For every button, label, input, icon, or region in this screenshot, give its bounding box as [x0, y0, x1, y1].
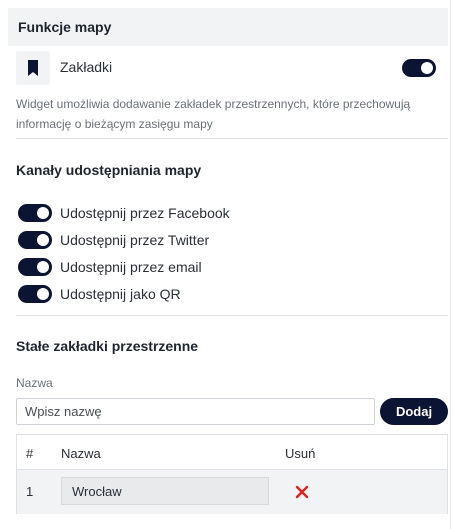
section-header-map-features: Funkcje mapy [8, 8, 448, 46]
feature-row-bookmarks: Zakładki [16, 51, 440, 85]
twitter-share-toggle[interactable] [18, 231, 52, 249]
email-share-label: Udostępnij przez email [60, 259, 202, 275]
row-name: Wrocław [72, 483, 122, 499]
sharing-heading: Kanały udostępniania mapy [16, 162, 202, 178]
bookmarks-label: Zakładki [60, 59, 113, 75]
row-index: 1 [26, 484, 34, 499]
table-header: # Nazwa Usuń [17, 435, 447, 470]
twitter-share-label: Udostępnij przez Twitter [60, 232, 210, 248]
bookmarks-toggle[interactable] [402, 59, 436, 77]
bookmark-icon [16, 51, 50, 85]
column-header-index: # [26, 446, 34, 461]
bookmarks-description: Widget umożliwia dodawanie zakładek prze… [16, 97, 411, 131]
qr-share-toggle[interactable] [18, 285, 52, 303]
facebook-share-toggle[interactable] [18, 204, 52, 222]
qr-share-label: Udostępnij jako QR [60, 286, 181, 302]
table-row: 1 Wrocław [17, 470, 447, 514]
share-row-facebook: Udostępnij przez Facebook [18, 203, 230, 223]
delete-row-button[interactable] [293, 483, 311, 501]
email-share-toggle[interactable] [18, 258, 52, 276]
row-name-field: Wrocław [61, 477, 269, 505]
name-field-label: Nazwa [16, 376, 53, 390]
share-row-qr: Udostępnij jako QR [18, 284, 181, 304]
share-row-email: Udostępnij przez email [18, 257, 202, 277]
bookmark-name-input[interactable] [16, 398, 375, 425]
divider [16, 138, 448, 139]
share-row-twitter: Udostępnij przez Twitter [18, 230, 209, 250]
close-icon [295, 485, 309, 499]
column-header-name: Nazwa [61, 446, 101, 461]
facebook-share-label: Udostępnij przez Facebook [60, 205, 230, 221]
bookmarks-table: # Nazwa Usuń 1 Wrocław [16, 434, 448, 514]
panel-right-border [450, 0, 451, 529]
add-bookmark-button[interactable]: Dodaj [380, 398, 448, 425]
section-title: Funkcje mapy [18, 19, 112, 35]
column-header-delete: Usuń [285, 446, 316, 461]
divider [16, 315, 448, 316]
fixed-bookmarks-heading: Stałe zakładki przestrzenne [16, 338, 199, 354]
